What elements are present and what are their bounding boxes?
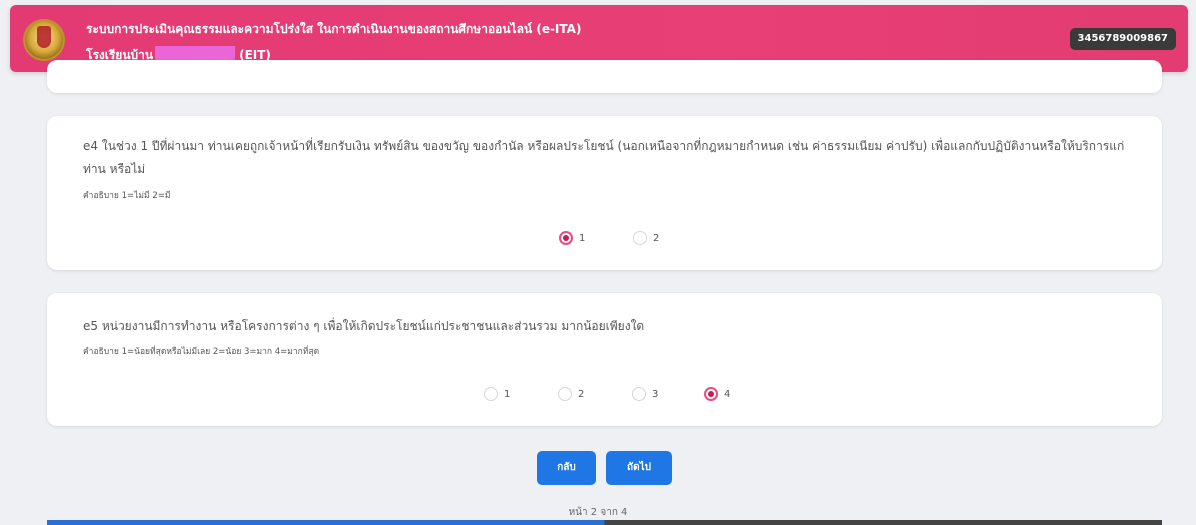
page-indicator: หน้า 2 จาก 4: [568, 507, 628, 518]
radio-button[interactable]: [484, 387, 498, 401]
question-card-e4: e4 ในช่วง 1 ปีที่ผ่านมา ท่านเคยถูกเจ้าหน…: [47, 116, 1162, 270]
question-hint: คำอธิบาย 1=ไม่มี 2=มี: [83, 191, 171, 201]
radio-option-2[interactable]: 2: [558, 385, 584, 403]
radio-option-2[interactable]: 2: [633, 229, 659, 247]
radio-option-3[interactable]: 3: [632, 385, 658, 403]
radio-button[interactable]: [558, 387, 572, 401]
question-hint: คำอธิบาย 1=น้อยที่สุดหรือไม่มีเลย 2=น้อย…: [83, 347, 320, 357]
radio-option-4[interactable]: 4: [704, 385, 730, 403]
radio-button[interactable]: [632, 387, 646, 401]
question-text: e5 หน่วยงานมีการทำงาน หรือโครงการต่าง ๆ …: [83, 319, 645, 333]
option-label: 4: [724, 388, 731, 400]
bottom-bar: [47, 520, 1162, 525]
app-title: ระบบการประเมินคุณธรรมและความโปร่งใส ในกา…: [86, 22, 582, 36]
emblem-logo: [23, 19, 65, 61]
option-label: 2: [653, 232, 660, 244]
user-code-badge[interactable]: 3456789009867: [1069, 28, 1176, 50]
question-text: e4 ในช่วง 1 ปีที่ผ่านมา ท่านเคยถูกเจ้าหน…: [83, 139, 1125, 176]
option-label: 3: [652, 388, 659, 400]
option-label: 1: [579, 232, 586, 244]
option-label: 2: [578, 388, 585, 400]
answer-options: 1 2 3 4: [47, 385, 1162, 405]
radio-button[interactable]: [559, 231, 573, 245]
question-card-e5: e5 หน่วยงานมีการทำงาน หรือโครงการต่าง ๆ …: [47, 293, 1162, 426]
radio-button[interactable]: [633, 231, 647, 245]
radio-button[interactable]: [704, 387, 718, 401]
radio-option-1[interactable]: 1: [559, 229, 585, 247]
radio-option-1[interactable]: 1: [484, 385, 510, 403]
previous-question-card: [47, 60, 1162, 93]
next-button[interactable]: ถัดไป: [606, 451, 672, 485]
answer-options: 1 2: [47, 229, 1162, 249]
back-button[interactable]: กลับ: [537, 451, 596, 485]
option-label: 1: [504, 388, 511, 400]
